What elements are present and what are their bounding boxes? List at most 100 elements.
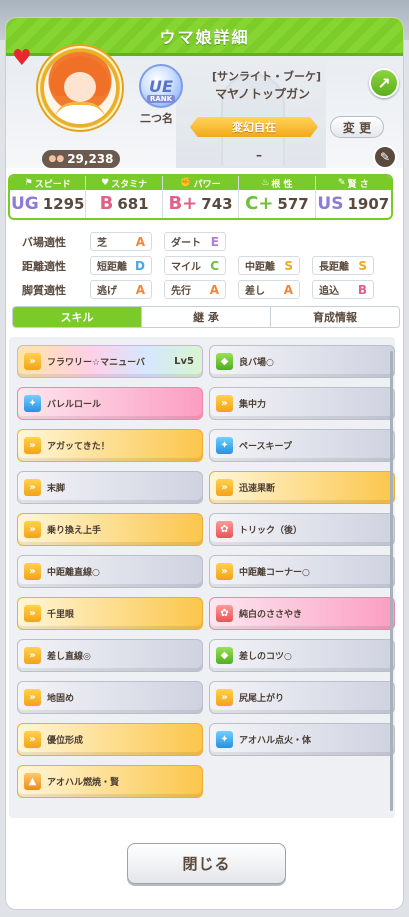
apt-sprint: 短距離 D	[90, 256, 152, 275]
apt-name: 長距離	[319, 262, 349, 273]
skill-card[interactable]: » 集中力	[209, 387, 395, 420]
skill-name: 集中力	[239, 400, 267, 410]
distance-aptitude-row: 距離適性 短距離 D マイル C 中距離 S 長距離 S	[22, 254, 392, 277]
skill-icon: ✦	[216, 731, 233, 748]
stat-wisdom: ✎ 賢 さ US 1907	[315, 176, 391, 218]
stat-guts: ♨ 根 性 C+ 577	[239, 176, 316, 218]
skill-name: アオハル燃焼・賢	[47, 778, 120, 788]
apt-grade: B	[357, 282, 367, 297]
nickname-value: –	[256, 148, 262, 162]
skill-name: 中距離直線○	[47, 568, 100, 578]
apt-name: 芝	[97, 238, 107, 249]
skill-card[interactable]: ✦ ペースキープ	[209, 429, 395, 462]
apt-long: 長距離 S	[312, 256, 374, 275]
stat-grade: B	[99, 193, 114, 214]
tab-inheritance[interactable]: 継 承	[142, 307, 271, 327]
title-ribbon: 変幻自在	[190, 117, 318, 137]
apt-name: 逃げ	[97, 286, 117, 297]
skill-card[interactable]: ✦ バレルロール	[17, 387, 203, 420]
skill-card[interactable]: » 中距離直線○	[17, 555, 203, 588]
skill-card[interactable]: » 迅速果断	[209, 471, 395, 504]
skill-name: トリック（後）	[239, 526, 303, 536]
skill-card[interactable]: » 地固め	[17, 681, 203, 714]
character-name: マヤノトップガン	[215, 87, 311, 101]
edit-pencil-icon[interactable]: ✎	[373, 145, 397, 169]
skill-icon: ◆	[216, 647, 233, 664]
apt-label: 脚質適性	[22, 283, 66, 297]
skill-icon: ▲	[24, 773, 41, 790]
skill-card[interactable]: » フラワリー☆マニューバ Lv5	[17, 345, 203, 378]
skill-icon: »	[216, 479, 233, 496]
favorite-heart-icon[interactable]: ♥	[12, 48, 32, 70]
change-title-button[interactable]: 変 更	[330, 116, 384, 138]
skill-name: 迅速果断	[239, 484, 276, 494]
apt-mile: マイル C	[164, 256, 226, 275]
skill-card[interactable]: » 優位形成	[17, 723, 203, 756]
skill-card[interactable]: » 末脚	[17, 471, 203, 504]
tab-training-info[interactable]: 育成情報	[271, 307, 399, 327]
skill-icon: »	[24, 731, 41, 748]
skill-card[interactable]: » アガッてきた！	[17, 429, 203, 462]
apt-name: ダート	[171, 238, 201, 249]
share-icon[interactable]: ↗	[369, 68, 399, 98]
aptitudes-panel: バ場適性 芝A ダート E 距離適性 短距離 D マイル C 中距離 S 長距離 S 脚質…	[22, 230, 392, 302]
apt-grade: S	[358, 258, 367, 273]
skill-card[interactable]: » 差し直線◎	[17, 639, 203, 672]
character-portrait[interactable]	[44, 52, 116, 124]
skill-card[interactable]: » 乗り換え上手	[17, 513, 203, 546]
skills-list[interactable]: » フラワリー☆マニューバ Lv5 ◆ 良バ場○ ✦ バレルロール » 集中力 » アガッてきた！ ✦…	[9, 337, 395, 818]
stat-grade: US	[317, 193, 344, 214]
skill-card[interactable]: » 中距離コーナー○	[209, 555, 395, 588]
skill-card[interactable]: ◆ 差しのコツ○	[209, 639, 395, 672]
stat-value: 681	[117, 195, 149, 213]
apt-grade: A	[135, 282, 145, 297]
apt-grade: S	[284, 258, 293, 273]
skill-name: 差し直線◎	[47, 652, 91, 662]
skill-name: 差しのコツ○	[239, 652, 292, 662]
stat-grade: C+	[245, 193, 274, 214]
skill-card[interactable]: ✦ アオハル点火・体	[209, 723, 395, 756]
skill-card[interactable]: ✿ 純白のささやき	[209, 597, 395, 630]
skill-icon: »	[24, 521, 41, 538]
dialog-title: ウマ娘詳細	[159, 27, 250, 47]
skill-card[interactable]: » 千里眼	[17, 597, 203, 630]
stat-value: 1907	[347, 195, 390, 213]
apt-name: 短距離	[97, 262, 127, 273]
skill-card[interactable]: » 尻尾上がり	[209, 681, 395, 714]
apt-label: 距離適性	[22, 259, 66, 273]
skill-name: 尻尾上がり	[239, 694, 285, 704]
skill-icon: »	[24, 479, 41, 496]
close-button[interactable]: 閉じる	[127, 843, 286, 884]
flame-icon: ♨	[261, 178, 270, 188]
tab-skills[interactable]: スキル	[13, 307, 142, 327]
scrollbar[interactable]	[390, 351, 393, 811]
stat-value: 1295	[42, 195, 85, 213]
skill-icon: ✦	[216, 437, 233, 454]
apt-late: 差し A	[238, 280, 300, 299]
rank-badge-value: UE	[149, 76, 173, 96]
heart-icon: ♥	[101, 178, 110, 188]
skill-icon: »	[24, 689, 41, 706]
nickname-label: 二つ名	[140, 112, 173, 125]
skills-grid: » フラワリー☆マニューバ Lv5 ◆ 良バ場○ ✦ バレルロール » 集中力 » アガッてきた！ ✦…	[17, 345, 395, 798]
fan-count-value: 29,238	[67, 152, 114, 166]
outfit-name: [サンライト・ブーケ]	[212, 70, 322, 83]
muscle-icon: ✊	[180, 178, 192, 188]
skill-card[interactable]: ▲ アオハル燃焼・賢	[17, 765, 203, 798]
skill-card[interactable]: ✿ トリック（後）	[209, 513, 395, 546]
skill-icon: »	[24, 647, 41, 664]
apt-name: 追込	[319, 286, 339, 297]
skill-card[interactable]: ◆ 良バ場○	[209, 345, 395, 378]
skill-name: 千里眼	[47, 610, 75, 620]
stat-speed: ⚑ スピード UG 1295	[10, 176, 87, 218]
track-aptitude-row: バ場適性 芝A ダート E	[22, 230, 392, 253]
skill-name: アオハル点火・体	[239, 736, 312, 746]
apt-grade: D	[135, 258, 145, 273]
apt-name: 差し	[245, 286, 265, 297]
skill-name: 末脚	[47, 484, 66, 494]
skill-name: バレルロール	[47, 400, 102, 410]
skill-icon: »	[24, 437, 41, 454]
apt-end: 追込 B	[312, 280, 374, 299]
stat-label: 根 性	[271, 179, 293, 190]
stat-stamina: ♥ スタミナ B 681	[86, 176, 163, 218]
